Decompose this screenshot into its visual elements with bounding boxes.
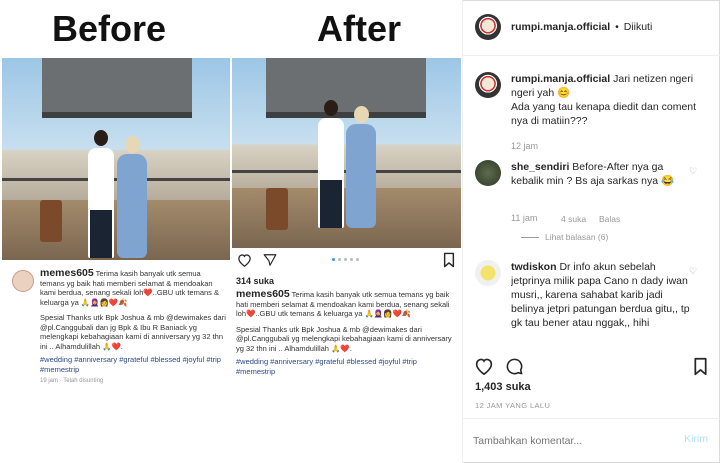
bookmark-icon[interactable] (442, 251, 456, 269)
comment-username[interactable]: rumpi.manja.official (511, 73, 610, 85)
post-side-panel: rumpi.manja.official • Diikuti rumpi.man… (463, 0, 720, 463)
caption-thanks: Spesial Thanks utk Bpk Joshua & mb @dewi… (40, 313, 226, 351)
comment-text-2: Ada yang tau kenapa diedit dan coment ny… (511, 101, 697, 127)
like-count[interactable]: 1,403 suka (475, 381, 531, 393)
comment-likes[interactable]: 4 suka (561, 214, 586, 224)
comment-username[interactable]: she_sendiri (511, 161, 569, 173)
post-header: rumpi.manja.official • Diikuti (463, 0, 720, 56)
view-replies[interactable]: Lihat balasan (6) (521, 232, 608, 242)
bookmark-icon[interactable] (691, 355, 709, 377)
avatar[interactable] (475, 260, 501, 286)
caption-time: 19 jam · Telah disunting (40, 378, 104, 384)
heart-icon[interactable] (236, 252, 252, 268)
header-separator: • (615, 21, 619, 33)
caption-thanks: Spesial Thanks utk Bpk Joshua & mb @dewi… (236, 324, 452, 353)
view-replies-label: Lihat balasan (6) (545, 232, 609, 242)
before-photo (2, 58, 230, 260)
comment-caption: rumpi.manja.official Jari netizen ngeri … (511, 72, 711, 128)
avatar[interactable] (475, 14, 501, 40)
before-caption: memes605 Terima kasih banyak utk semua t… (40, 267, 226, 387)
comment-input[interactable] (473, 432, 663, 450)
comment: twdiskon Dr info akun sebelah jetprinya … (511, 260, 691, 340)
post-media: Before After memes605 Terima kasih banya… (0, 0, 463, 463)
avatar (12, 270, 34, 292)
comment-icon[interactable] (503, 355, 525, 377)
post-date[interactable]: 12 JAM YANG LALU (475, 401, 550, 410)
caption-tags[interactable]: #wedding #anniversary #grateful #blessed… (236, 357, 458, 376)
avatar[interactable] (475, 160, 501, 186)
comment-like-icon[interactable]: ♡ (689, 166, 697, 177)
caption-username[interactable]: memes605 (40, 267, 94, 279)
comment-like-icon[interactable]: ♡ (689, 266, 697, 277)
share-icon[interactable] (262, 252, 278, 268)
reply-button[interactable]: Balas (599, 214, 620, 224)
caption-username[interactable]: memes605 (236, 288, 290, 300)
header-line: rumpi.manja.official • Diikuti (511, 21, 652, 33)
avatar[interactable] (475, 72, 501, 98)
caption-tags[interactable]: #wedding #anniversary #grateful #blessed… (40, 355, 226, 374)
comment-time: 12 jam (511, 141, 539, 151)
heart-icon[interactable] (473, 355, 495, 377)
comment-composer: Kirim (463, 418, 720, 463)
before-label: Before (52, 8, 167, 49)
comment: she_sendiri Before-After nya ga kebalik … (511, 160, 691, 188)
comment-username[interactable]: twdiskon (511, 261, 557, 273)
after-likes[interactable]: 314 suka (236, 276, 274, 286)
after-photo (232, 58, 461, 248)
submit-comment-button[interactable]: Kirim (684, 433, 708, 445)
comment-time: 11 jam (511, 213, 538, 223)
follow-status[interactable]: Diikuti (624, 21, 653, 33)
header-username[interactable]: rumpi.manja.official (511, 21, 610, 33)
after-caption: memes605 Terima kasih banyak utk semua t… (236, 288, 458, 376)
carousel-dots (332, 258, 359, 261)
after-label: After (317, 8, 402, 49)
